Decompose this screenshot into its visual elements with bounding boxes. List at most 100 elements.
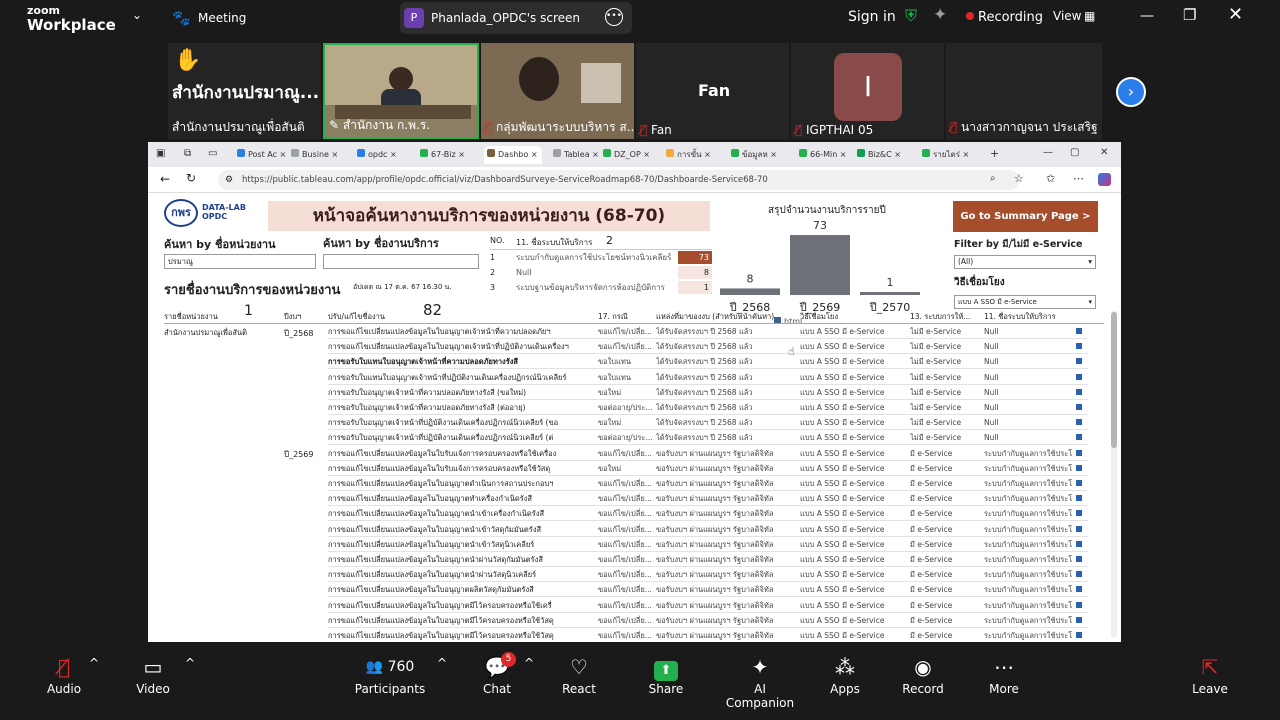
table-cell[interactable]: ได้รับจัดสรรงบฯ ปี 2568 แล้ว <box>656 324 798 339</box>
row-marker-icon[interactable] <box>1076 358 1082 365</box>
table-cell[interactable]: ได้รับจัดสรรงบฯ ปี 2568 แล้ว <box>656 339 798 354</box>
summary-page-button[interactable]: Go to Summary Page > <box>953 201 1098 232</box>
table-cell[interactable]: ได้รับจัดสรรงบฯ ปี 2568 แล้ว <box>656 430 798 445</box>
row-marker-icon[interactable] <box>1076 616 1082 623</box>
table-cell[interactable]: ระบบกำกับดูแลการใช้ประโ <box>984 522 1074 537</box>
search-agency-input[interactable]: ปรมาณู <box>164 254 316 269</box>
more-options-icon[interactable]: ••• <box>605 8 623 26</box>
table-cell[interactable]: แบบ A SSO มี e-Service <box>800 476 908 491</box>
table-cell[interactable]: ขอต่ออายุ/ประ... <box>598 400 654 415</box>
table-cell[interactable]: มี e-Service <box>910 491 982 506</box>
table-cell[interactable]: การขอแก้ไขเปลี่ยนแปลงข้อมูลในใบอนุญาตนำเ… <box>328 506 593 521</box>
participants-caret-icon[interactable]: ^ <box>437 656 447 670</box>
browser-tab[interactable]: ข้อมูลห × <box>728 146 786 164</box>
table-cell[interactable]: ขอแก้ไข/เปลี่ย... <box>598 522 654 537</box>
tab-close-icon[interactable]: × <box>329 150 338 159</box>
reload-icon[interactable]: ↻ <box>186 171 196 185</box>
table-cell[interactable]: ไม่มี e-Service <box>910 385 982 400</box>
table-cell[interactable]: แบบ A SSO มี e-Service <box>800 506 908 521</box>
method-select[interactable]: แบบ A SSO มี e-Service ▾ <box>954 295 1096 309</box>
participant-tile[interactable]: I 🎙̸ IGPTHAI 05 <box>791 43 944 139</box>
table-cell[interactable]: การขอรับใบอนุญาตเจ้าหน้าที่ปฏิบัติงานเดิ… <box>328 415 593 430</box>
table-cell[interactable]: ขอรับงบฯ ผ่านแผนบูรฯ รัฐบาลดิจิทัล <box>656 446 798 461</box>
close-icon[interactable]: ✕ <box>1228 4 1243 25</box>
shield-check-icon[interactable]: ⛨ <box>905 6 917 26</box>
table-cell[interactable]: ระบบกำกับดูแลการใช้ประโ <box>984 537 1074 552</box>
table-cell[interactable]: มี e-Service <box>910 446 982 461</box>
site-info-icon[interactable]: ⚙ <box>225 175 233 185</box>
tab-close-icon[interactable]: × <box>277 150 287 159</box>
table-cell[interactable]: แบบ A SSO มี e-Service <box>800 582 908 597</box>
table-cell[interactable]: การขอรับใบแทนใบอนุญาตเจ้าหน้าที่ความปลอด… <box>328 354 593 369</box>
browser-tab[interactable]: รายไตร่ × <box>919 146 977 164</box>
table-cell[interactable]: ระบบกำกับดูแลการใช้ประโ <box>984 476 1074 491</box>
chart-bar[interactable] <box>860 292 920 295</box>
browser-tab[interactable]: Busine × <box>288 146 346 164</box>
tab-close-icon[interactable]: × <box>892 150 901 159</box>
table-cell[interactable]: Null <box>984 385 1074 400</box>
table-cell[interactable]: ขอใบแทน <box>598 354 654 369</box>
table-cell[interactable]: การขอรับใบอนุญาตเจ้าหน้าที่ปฏิบัติงานเดิ… <box>328 430 593 445</box>
row-marker-icon[interactable] <box>1076 586 1082 593</box>
table-cell[interactable]: ขอใหม่ <box>598 461 654 476</box>
share-button[interactable]: ⬆ Share <box>645 654 687 696</box>
table-cell[interactable]: ระบบกำกับดูแลการใช้ประโ <box>984 628 1074 642</box>
row-marker-icon[interactable] <box>1076 419 1082 426</box>
minimize-icon[interactable]: — <box>1140 8 1154 24</box>
table-cell[interactable]: Null <box>984 324 1074 339</box>
table-cell[interactable]: มี e-Service <box>910 461 982 476</box>
browser-tab[interactable]: opdc × <box>354 146 412 164</box>
tab-close-icon[interactable]: × <box>641 150 650 159</box>
tab-close-icon[interactable]: × <box>387 150 397 159</box>
table-cell[interactable]: ขอแก้ไข/เปลี่ย... <box>598 567 654 582</box>
table-cell[interactable]: มี e-Service <box>910 628 982 642</box>
react-button[interactable]: ♡ React <box>558 654 600 696</box>
chat-caret-icon[interactable]: ^ <box>524 656 534 670</box>
column-header[interactable]: แหล่งที่มาของงบ (สำหรับหน้าคันหา) <box>656 311 798 323</box>
table-cell[interactable]: แบบ A SSO มี e-Service <box>800 324 908 339</box>
table-cell[interactable]: ระบบกำกับดูแลการใช้ประโ <box>984 613 1074 628</box>
table-cell[interactable]: ขอแก้ไข/เปลี่ย... <box>598 613 654 628</box>
row-marker-icon[interactable] <box>1076 434 1082 441</box>
table-cell[interactable]: ขอรับงบฯ ผ่านแผนบูรฯ รัฐบาลดิจิทัล <box>656 461 798 476</box>
table-cell[interactable]: ขอรับงบฯ ผ่านแผนบูรฯ รัฐบาลดิจิทัล <box>656 582 798 597</box>
copilot-icon[interactable] <box>1098 173 1111 186</box>
table-cell[interactable]: ขอแก้ไข/เปลี่ย... <box>598 476 654 491</box>
table-cell[interactable]: การขอแก้ไขเปลี่ยนแปลงข้อมูลในใบอนุญาตนำเ… <box>328 522 593 537</box>
table-cell[interactable]: ไม่มี e-Service <box>910 324 982 339</box>
recording-label[interactable]: Recording <box>978 10 1043 25</box>
table-cell[interactable]: ขอแก้ไข/เปลี่ย... <box>598 506 654 521</box>
table-cell[interactable]: Null <box>984 354 1074 369</box>
table-cell[interactable]: ได้รับจัดสรรงบฯ ปี 2568 แล้ว <box>656 400 798 415</box>
meeting-label[interactable]: Meeting <box>198 11 246 25</box>
table-cell[interactable]: แบบ A SSO มี e-Service <box>800 430 908 445</box>
more-button[interactable]: ⋯ More <box>984 654 1024 696</box>
filter-select[interactable]: (All) ▾ <box>954 255 1096 269</box>
row-marker-icon[interactable] <box>1076 510 1082 517</box>
window-icon[interactable]: ▣ <box>156 148 165 159</box>
grid-view-icon[interactable]: ▦ <box>1084 9 1095 23</box>
table-cell[interactable]: การขอแก้ไขเปลี่ยนแปลงข้อมูลในใบอนุญาตทำเ… <box>328 491 593 506</box>
row-marker-icon[interactable] <box>1076 632 1082 638</box>
audio-button[interactable]: 🎙̸ Audio <box>44 654 84 696</box>
table-cell[interactable]: การขอแก้ไขเปลี่ยนแปลงข้อมูลในใบอนุญาตดำเ… <box>328 476 593 491</box>
table-cell[interactable]: การขอแก้ไขเปลี่ยนแปลงข้อมูลในใบอนุญาตเจ้… <box>328 324 593 339</box>
tab-close-icon[interactable]: × <box>837 150 847 159</box>
table-cell[interactable]: ขอรับงบฯ ผ่านแผนบูรฯ รัฐบาลดิจิทัล <box>656 476 798 491</box>
table-cell[interactable]: แบบ A SSO มี e-Service <box>800 461 908 476</box>
table-cell[interactable]: ขอรับงบฯ ผ่านแผนบูรฯ รัฐบาลดิจิทัล <box>656 613 798 628</box>
extensions-icon[interactable]: ✩ <box>1046 172 1055 185</box>
table-cell[interactable]: การขอรับใบอนุญาตเจ้าหน้าที่ความปลอดภัยทา… <box>328 385 593 400</box>
tab-close-icon[interactable]: × <box>528 150 538 159</box>
chevron-down-icon[interactable]: ⌄ <box>132 8 142 22</box>
row-marker-icon[interactable] <box>1076 540 1082 547</box>
table-cell[interactable]: การขอแก้ไขเปลี่ยนแปลงข้อมูลในใบอนุญาตมีไ… <box>328 613 593 628</box>
table-cell[interactable]: การขอแก้ไขเปลี่ยนแปลงข้อมูลในใบอนุญาตนำผ… <box>328 567 593 582</box>
table-cell[interactable]: การขอแก้ไขเปลี่ยนแปลงข้อมูลในใบรับแจ้งกา… <box>328 446 593 461</box>
participants-button[interactable]: 👥 760 Participants <box>354 654 426 696</box>
row-marker-icon[interactable] <box>1076 404 1082 410</box>
row-marker-icon[interactable] <box>1076 480 1082 486</box>
table-cell[interactable]: แบบ A SSO มี e-Service <box>800 415 908 430</box>
row-marker-icon[interactable] <box>1076 449 1082 456</box>
participant-tile[interactable]: Fan 🎙̸ Fan <box>636 43 789 139</box>
